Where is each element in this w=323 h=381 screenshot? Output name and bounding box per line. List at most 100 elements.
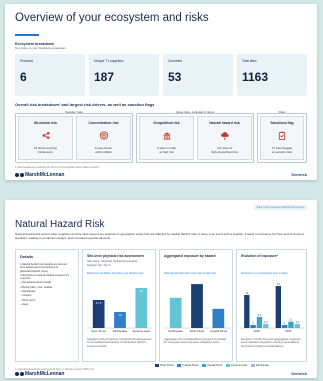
kpi-products: Products 6 [15,54,85,96]
natural-hazard-slide: Back to the overview Sentrisk Ecosystem … [5,200,317,378]
sanctions-flag-card[interactable]: Sanctions flag 17 sites flagged on sancti… [260,116,304,160]
details-panel: Details • Natural hazard risk insights a… [15,249,79,362]
legend-item: Pluvial Flood [202,364,222,367]
legend-item: Extreme Heat [226,364,247,367]
site-level-bar-chart: 17.5 River Flood 10 Earthquake 25 Extreme Hea… [87,288,153,333]
logo-mark-icon [20,372,24,376]
x-tick-label: Earthquake [169,329,184,333]
brand-logo: MarshMcLennan [15,172,64,178]
ecosystem-overview-slide: Overview of your ecosystem and risks Eco… [5,4,317,180]
bar-value-label: 1 [252,322,254,325]
bar [281,325,288,328]
logo-mark-icon [20,173,24,177]
detail-bullet: – Earthquake [20,290,36,294]
kpi-suppliers: Unique T1 suppliers 187 [89,54,159,96]
card-title: Sanctions flag [270,121,294,125]
network-icon [41,131,50,140]
card-title: Structural risk [34,121,57,125]
detail-bullet: • Pluvial (rain), river, coastal [20,285,53,289]
slide-title: Natural Hazard Risk [15,219,105,230]
bar-value-label: 1.3 [264,321,268,324]
chart-legend: River Flood Coastal Flood Pluvial Flood Ext… [155,364,269,367]
bar-value-label: 3.7 [258,314,262,317]
bar [263,324,269,328]
breakdown-subheading: Key stats on your business ecosystem [15,46,67,50]
legend-item: Coastal Flood [177,364,198,367]
card-value: 5 sites in India at high risk [157,146,176,154]
x-tick-label: River Flood [92,329,107,333]
panel-description: Aggregate risk considerations exposure b… [164,337,227,345]
concentration-risk-card[interactable]: Concentration risk 9 sole-cluster within … [76,116,131,160]
detail-bullet: • Natural hazard risk insights are deriv… [20,263,67,273]
logo-mark-icon [15,173,19,177]
panel-title: Site-level physical risk assessment [87,254,144,258]
chart-note: Natural hazards with most risk at high r… [164,271,216,275]
x-tick-label: 2050 [285,329,292,333]
x-tick-label: Coastal Flood [210,329,228,333]
x-tick-label: Extreme Heat [133,329,150,333]
bar-value-label: 17.5 [96,301,102,305]
detail-bullet: – Wind storm [20,298,36,302]
back-to-overview-link[interactable]: Back to the overview Sentrisk Ecosystem [253,205,307,210]
bar [244,295,250,328]
bar [191,284,203,328]
product-logo: Sentrisk [291,172,307,177]
evolution-panel: Evolution of exposure² Downtime on produ… [236,249,307,362]
details-list: • Natural hazard risk insights are deriv… [20,263,70,307]
kpi-countries: Countries 53 [163,54,233,96]
bar-value-label: 1 [284,322,286,325]
building-icon [162,132,171,140]
aggregated-panel: Aggregated exposure by hazard Natural ha… [159,249,233,362]
kpi-value: 1163 [242,70,269,84]
intro-text: Natural hazard risk occurs when supplier… [15,232,304,240]
ecosystem-breakdown-header: Ecosystem breakdown Key stats on your bu… [15,42,66,50]
panel-description: Evolution of both new and aggregated exp… [241,337,301,348]
clipboard-icon [278,131,286,140]
legend-item: River Flood [155,364,173,367]
bar [256,316,263,328]
bar [275,286,282,328]
bar [212,308,225,328]
geopolitical-risk-card[interactable]: Geopolitical risk 5 sites in India at hig… [139,116,194,160]
detail-bullet: • The assessments include: [20,281,52,285]
chart-note: Maximum probable downtime per hazard typ… [87,271,144,275]
risk-breakdown-heading: Overall risk breakdown¹ and largest risk… [15,102,155,107]
bar-value-label: 11 [245,292,248,295]
site-level-panel: Site-level physical risk assessment Site… [82,249,156,362]
card-title: Concentration risk [88,121,119,125]
bar-value-label: 14 [277,283,280,286]
footnote: 1. Risk assessment excludes the risk of … [15,166,100,169]
legend-swatch [251,364,255,367]
panel-title: Aggregated exposure by hazard [164,254,216,258]
bar [294,324,300,328]
panel-title: Evolution of exposure² [241,254,278,258]
slide-title: Overview of your ecosystem and risks [15,12,209,24]
kpi-label: Total sites [242,59,257,63]
bar-value-label: 10 [118,313,122,317]
bar-value-label: 1.3 [295,321,299,324]
aggregated-bar-chart: Earthquake River Flood Coastal Flood [164,284,230,333]
evolution-bar-chart: 1113.71.320301412.11.32050 [240,283,305,333]
natural-hazard-risk-card[interactable]: Natural hazard risk 127 sites at high plu… [197,116,252,160]
panel-description: Suppliers with a maximum physical risk a… [87,337,152,348]
kpi-label: Countries [168,59,183,63]
kpi-total-sites: Total sites 1163 [237,54,307,96]
structural-risk-card[interactable]: Structural risk 23 direct-sourcing bottle… [18,116,73,160]
bar [135,288,148,328]
kpi-label: Unique T1 suppliers [94,59,124,63]
detail-bullet: – Heat [20,302,28,306]
target-icon [99,131,108,140]
bar [250,325,256,328]
kpi-value: 187 [94,70,115,84]
kpi-value: 53 [168,70,182,84]
bar [169,297,182,328]
card-value: 23 direct-sourcing bottlenecks [34,146,57,154]
legend-swatch [177,364,182,367]
card-value: 17 sites flagged on sanction lists [271,146,293,154]
panel-subtitle: Supplier tier: Tier 3 [87,262,111,267]
kpi-label: Products [20,59,34,63]
bar-value-label: 2.1 [289,319,293,322]
legend-swatch [226,364,231,367]
x-tick-label: 2030 [254,329,261,333]
kpi-value: 6 [20,70,27,84]
